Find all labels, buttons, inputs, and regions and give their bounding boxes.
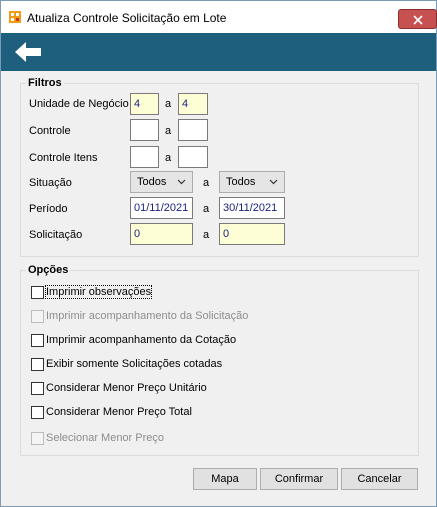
solicitacao-from-input[interactable]: 0 [130,223,193,245]
app-icon [9,11,21,23]
periodo-label: Período [29,203,68,215]
controle-itens-label: Controle Itens [29,152,98,164]
title-bar: Atualiza Controle Solicitação em Lote [1,1,437,33]
option-label: Imprimir acompanhamento da Cotação [46,334,237,346]
checkbox[interactable] [31,382,44,395]
option-label: Exibir somente Solicitações cotadas [46,358,223,370]
periodo-from-input[interactable]: 01/11/2021 [130,197,193,219]
situacao-label: Situação [29,177,72,189]
checkbox [31,432,44,445]
situacao-from-select[interactable]: Todos [130,171,193,193]
option-label: Imprimir acompanhamento da Solicitação [46,310,249,322]
filters-title: Filtros [26,77,64,89]
confirmar-button[interactable]: Confirmar [260,468,338,490]
range-sep: a [203,203,210,215]
options-title: Opções [26,264,71,276]
controle-from-input[interactable] [130,119,159,141]
checkbox[interactable] [31,334,44,347]
option-label: Considerar Menor Preço Total [46,406,192,418]
controle-label: Controle [29,125,71,137]
option-label: Selecionar Menor Preço [46,432,165,444]
controle-itens-from-input[interactable] [130,146,159,168]
chevron-down-icon [269,179,278,185]
window-title: Atualiza Controle Solicitação em Lote [27,11,227,25]
solicitacao-to-input[interactable]: 0 [219,223,285,245]
unidade-from-input[interactable]: 4 [130,93,159,115]
checkbox [31,310,44,323]
arrow-left-icon [15,42,41,62]
unidade-label: Unidade de Negócio [29,98,129,110]
back-button[interactable] [11,38,47,66]
cancelar-button[interactable]: Cancelar [341,468,418,490]
option-label: Imprimir observações [44,285,153,299]
periodo-to-input[interactable]: 30/11/2021 [219,197,285,219]
range-sep: a [165,98,172,110]
range-sep: a [203,229,210,241]
situacao-from-value: Todos [137,176,167,188]
solicitacao-label: Solicitação [29,229,83,241]
checkbox[interactable] [31,406,44,419]
situacao-to-value: Todos [226,176,256,188]
unidade-to-input[interactable]: 4 [178,93,208,115]
situacao-to-select[interactable]: Todos [219,171,285,193]
range-sep: a [165,152,172,164]
close-icon [413,15,423,25]
checkbox[interactable] [31,358,44,371]
checkbox[interactable] [31,286,44,299]
close-button[interactable] [398,9,437,29]
range-sep: a [203,177,210,189]
toolbar [1,33,436,71]
controle-to-input[interactable] [178,119,208,141]
option-label: Considerar Menor Preço Unitário [46,382,207,394]
mapa-button[interactable]: Mapa [193,468,257,490]
range-sep: a [165,125,172,137]
controle-itens-to-input[interactable] [178,146,208,168]
dialog-window: Atualiza Controle Solicitação em Lote Fi… [0,0,437,507]
chevron-down-icon [177,179,186,185]
